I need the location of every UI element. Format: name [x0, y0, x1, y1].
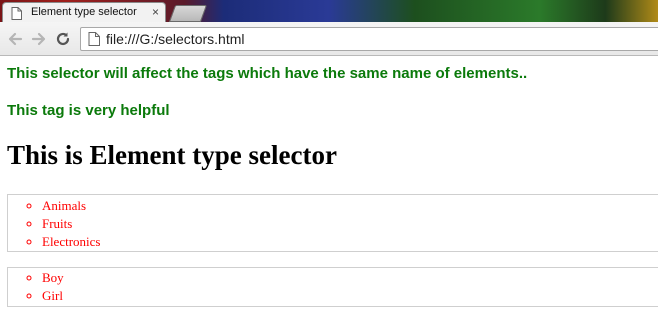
list-item: Girl [42, 287, 658, 305]
title-bar: Element type selector × [0, 0, 658, 22]
close-icon[interactable]: × [152, 5, 159, 19]
new-tab-button[interactable] [168, 5, 208, 22]
reload-icon[interactable] [54, 30, 72, 48]
category-list: Animals Fruits Electronics [7, 194, 658, 252]
list-item: Electronics [42, 233, 658, 251]
page-icon [88, 32, 100, 51]
paragraph-selector-info: This selector will affect the tags which… [7, 65, 528, 82]
tab-title: Element type selector [31, 6, 137, 18]
person-list: Boy Girl [7, 267, 658, 307]
list-item: Animals [42, 197, 658, 215]
page-content: This selector will affect the tags which… [0, 56, 658, 321]
forward-arrow-icon[interactable] [30, 30, 48, 48]
browser-tab[interactable]: Element type selector × [2, 2, 166, 22]
list-item: Boy [42, 269, 658, 287]
paragraph-helpful: This tag is very helpful [7, 102, 170, 119]
browser-toolbar: file:///G:/selectors.html [0, 22, 658, 56]
page-heading: This is Element type selector [7, 140, 337, 170]
back-arrow-icon[interactable] [6, 30, 24, 48]
list-item: Fruits [42, 215, 658, 233]
url-text[interactable]: file:///G:/selectors.html [106, 31, 244, 47]
address-bar[interactable]: file:///G:/selectors.html [80, 27, 658, 51]
